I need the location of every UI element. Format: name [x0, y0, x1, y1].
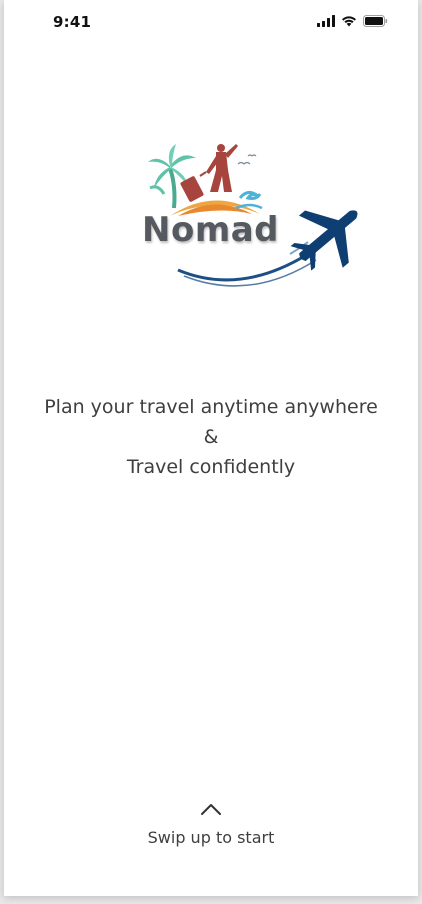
tagline-line-2: &	[203, 426, 219, 448]
logo-wordmark: Nomad	[142, 210, 280, 250]
chevron-up-icon[interactable]	[199, 800, 223, 818]
status-icons	[317, 14, 388, 28]
tagline-line-1: Plan your travel anytime anywhere	[44, 396, 378, 418]
tagline: Plan your travel anytime anywhere & Trav…	[4, 392, 418, 482]
wifi-icon	[342, 16, 356, 27]
signal-icon	[317, 15, 335, 27]
swoosh-icon	[177, 252, 309, 282]
phone-screen: 9:41 Nomad Plan your travel anytime anyw…	[4, 0, 418, 896]
bird-icon	[237, 161, 251, 165]
status-bar: 9:41	[4, 0, 418, 44]
wave-icon	[238, 191, 262, 200]
swipe-up-area[interactable]: Swip up to start	[4, 800, 418, 847]
battery-icon	[363, 15, 388, 27]
traveler-icon	[180, 144, 238, 202]
tagline-line-3: Travel confidently	[126, 456, 296, 478]
swipe-up-label: Swip up to start	[147, 828, 275, 847]
airplane-icon	[290, 210, 358, 271]
status-time: 9:41	[53, 13, 92, 31]
